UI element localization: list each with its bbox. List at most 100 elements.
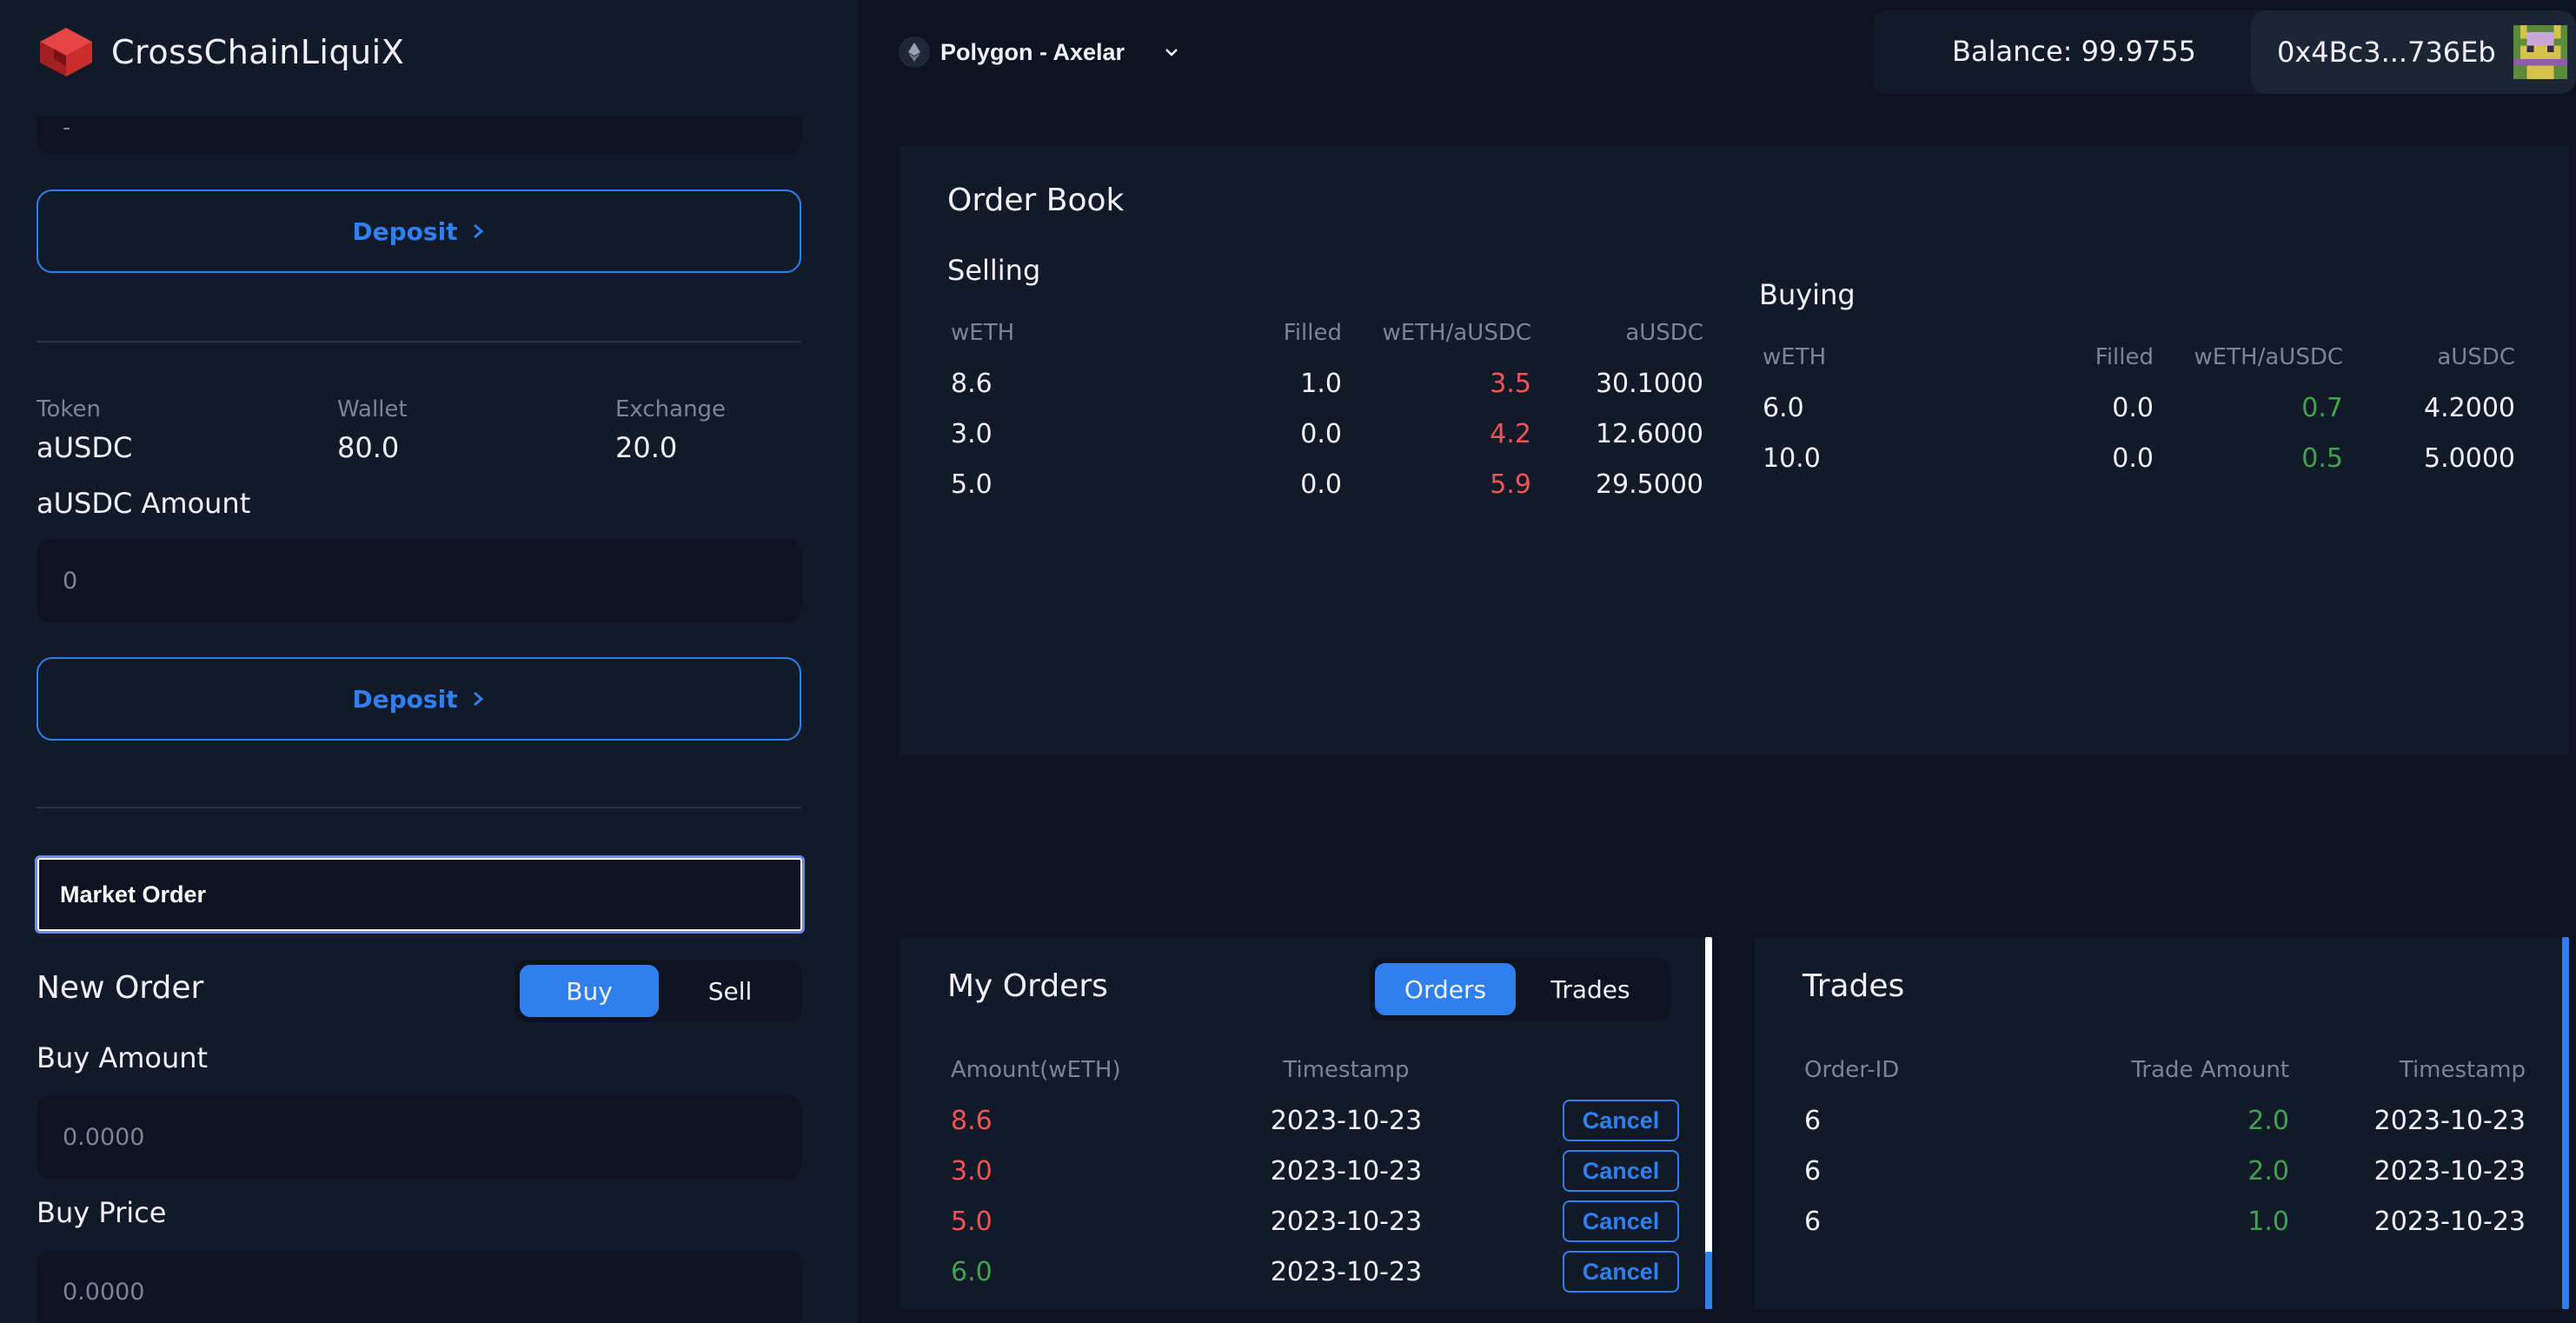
buy-tab[interactable]: Buy — [520, 965, 659, 1017]
cell-filled: 0.0 — [1300, 469, 1342, 500]
token-amount-input-partial[interactable]: - — [37, 115, 801, 155]
table-header-row: wETH Filled wETH/aUSDC aUSDC — [1763, 332, 2515, 382]
input-value: - — [63, 115, 71, 141]
buy-sell-toggle: Buy Sell — [515, 960, 801, 1022]
buy-price-label: Buy Price — [37, 1196, 167, 1229]
cell-total: 30.1000 — [1595, 368, 1703, 399]
divider — [37, 807, 801, 808]
cell-timestamp: 2023-10-23 — [2374, 1206, 2526, 1237]
balance-text: Balance: 99.9755 — [1952, 35, 2196, 68]
table-row[interactable]: 6 2.0 2023-10-23 — [1804, 1095, 2526, 1146]
chevron-right-icon — [473, 223, 483, 239]
sell-label: Sell — [707, 976, 753, 1006]
buy-price-placeholder: 0.0000 — [63, 1278, 145, 1306]
buy-label: Buy — [566, 976, 613, 1006]
cell-price: 3.5 — [1490, 368, 1531, 399]
buying-title: Buying — [1759, 278, 1856, 311]
buy-amount-placeholder: 0.0000 — [63, 1123, 145, 1151]
network-selector[interactable]: Polygon - Axelar — [899, 33, 1184, 71]
cell-timestamp: 2023-10-23 — [1270, 1155, 1423, 1187]
table-header-row: Amount(wETH) Timestamp — [951, 1045, 1679, 1095]
buy-amount-label: Buy Amount — [37, 1041, 209, 1074]
chevron-down-icon — [1165, 49, 1178, 57]
col-action — [1481, 1045, 1679, 1095]
deposit-label: Deposit — [352, 684, 458, 714]
col-price: wETH/aUSDC — [2194, 344, 2343, 370]
col-filled: Filled — [1283, 320, 1342, 346]
table-row[interactable]: 5.0 0.0 5.9 29.5000 — [951, 459, 1703, 509]
col-ausdc: aUSDC — [2437, 344, 2515, 370]
cell-trade-amount: 2.0 — [2247, 1155, 2289, 1187]
deposit-button-2[interactable]: Deposit — [37, 657, 801, 741]
cell-timestamp: 2023-10-23 — [1270, 1105, 1423, 1136]
cell-timestamp: 2023-10-23 — [1270, 1206, 1423, 1237]
cell-amount: 6.0 — [951, 1256, 993, 1287]
token-name: aUSDC — [37, 431, 133, 464]
table-row[interactable]: 6 1.0 2023-10-23 — [1804, 1196, 2526, 1247]
buy-price-input[interactable]: 0.0000 — [37, 1250, 801, 1323]
ausdc-amount-input[interactable]: 0 — [37, 539, 801, 622]
scrollbar[interactable] — [2562, 937, 2569, 1309]
cell-filled: 0.0 — [2112, 392, 2154, 423]
exchange-header: Exchange — [615, 396, 727, 422]
tab-orders[interactable]: Orders — [1375, 963, 1516, 1015]
tab-trades-label: Trades — [1550, 974, 1630, 1004]
cancel-button[interactable]: Cancel — [1563, 1251, 1679, 1293]
sell-tab[interactable]: Sell — [664, 965, 796, 1017]
cell-filled: 0.0 — [2112, 442, 2154, 474]
sidebar: CrossChainLiquiX - Deposit Token Wallet … — [0, 0, 857, 1323]
table-row: 6.0 2023-10-23 Cancel — [951, 1247, 1679, 1297]
cell-price: 0.5 — [2301, 442, 2343, 474]
cell-total: 5.0000 — [2424, 442, 2515, 474]
col-order-id: Order-ID — [1804, 1057, 1900, 1083]
scrollbar-thumb[interactable] — [1705, 1252, 1712, 1309]
cell-amount: 5.0 — [951, 1206, 993, 1237]
cell-timestamp: 2023-10-23 — [2374, 1105, 2526, 1136]
table-row: 5.0 2023-10-23 Cancel — [951, 1196, 1679, 1247]
deposit-button[interactable]: Deposit — [37, 189, 801, 273]
cell-amount: 8.6 — [951, 368, 993, 399]
table-row[interactable]: 10.0 0.0 0.5 5.0000 — [1763, 433, 2515, 483]
cancel-button[interactable]: Cancel — [1563, 1200, 1679, 1242]
deposit-label: Deposit — [352, 216, 458, 246]
table-row[interactable]: 6.0 0.0 0.7 4.2000 — [1763, 382, 2515, 433]
wallet-balance: 80.0 — [337, 431, 400, 464]
table-row: 8.6 2023-10-23 Cancel — [951, 1095, 1679, 1146]
cell-filled: 1.0 — [1300, 368, 1342, 399]
tab-trades[interactable]: Trades — [1521, 963, 1660, 1015]
cell-total: 4.2000 — [2424, 392, 2515, 423]
my-orders-panel: My Orders Orders Trades Amount(wETH) Tim… — [899, 937, 1712, 1309]
table-row[interactable]: 8.6 1.0 3.5 30.1000 — [951, 358, 1703, 409]
trades-panel: Trades Order-ID Trade Amount Timestamp 6… — [1754, 937, 2569, 1309]
cancel-button[interactable]: Cancel — [1563, 1100, 1679, 1141]
cell-trade-amount: 1.0 — [2247, 1206, 2289, 1237]
brand[interactable]: CrossChainLiquiX — [37, 23, 404, 82]
col-trade-amount: Trade Amount — [2131, 1057, 2289, 1083]
cell-amount: 5.0 — [951, 469, 993, 500]
orders-trades-toggle: Orders Trades — [1370, 958, 1670, 1021]
cell-amount: 3.0 — [951, 1155, 993, 1187]
table-row[interactable]: 3.0 0.0 4.2 12.6000 — [951, 409, 1703, 459]
col-ausdc: aUSDC — [1625, 320, 1703, 346]
market-order-select[interactable]: Market Order — [35, 855, 805, 934]
chevron-right-icon — [473, 691, 483, 707]
cell-amount: 6.0 — [1763, 392, 1804, 423]
account-button[interactable]: 0x4Bc3...736Eb — [2251, 10, 2576, 94]
avatar — [2513, 25, 2567, 79]
divider — [37, 341, 801, 342]
order-book-title: Order Book — [947, 183, 1125, 218]
buy-amount-input[interactable]: 0.0000 — [37, 1095, 801, 1179]
cell-total: 12.6000 — [1595, 418, 1703, 449]
wallet-header: Wallet — [337, 396, 408, 422]
table-row[interactable]: 6 2.0 2023-10-23 — [1804, 1146, 2526, 1196]
token-header: Token — [37, 396, 101, 422]
order-book-panel: Order Book Selling wETH Filled wETH/aUSD… — [899, 146, 2569, 755]
col-timestamp: Timestamp — [1283, 1057, 1410, 1083]
tab-orders-label: Orders — [1404, 974, 1487, 1004]
cell-timestamp: 2023-10-23 — [1270, 1256, 1423, 1287]
col-weth: wETH — [1763, 344, 1827, 370]
cell-filled: 0.0 — [1300, 418, 1342, 449]
table-row: 3.0 2023-10-23 Cancel — [951, 1146, 1679, 1196]
ethereum-icon — [899, 37, 930, 68]
cancel-button[interactable]: Cancel — [1563, 1150, 1679, 1192]
